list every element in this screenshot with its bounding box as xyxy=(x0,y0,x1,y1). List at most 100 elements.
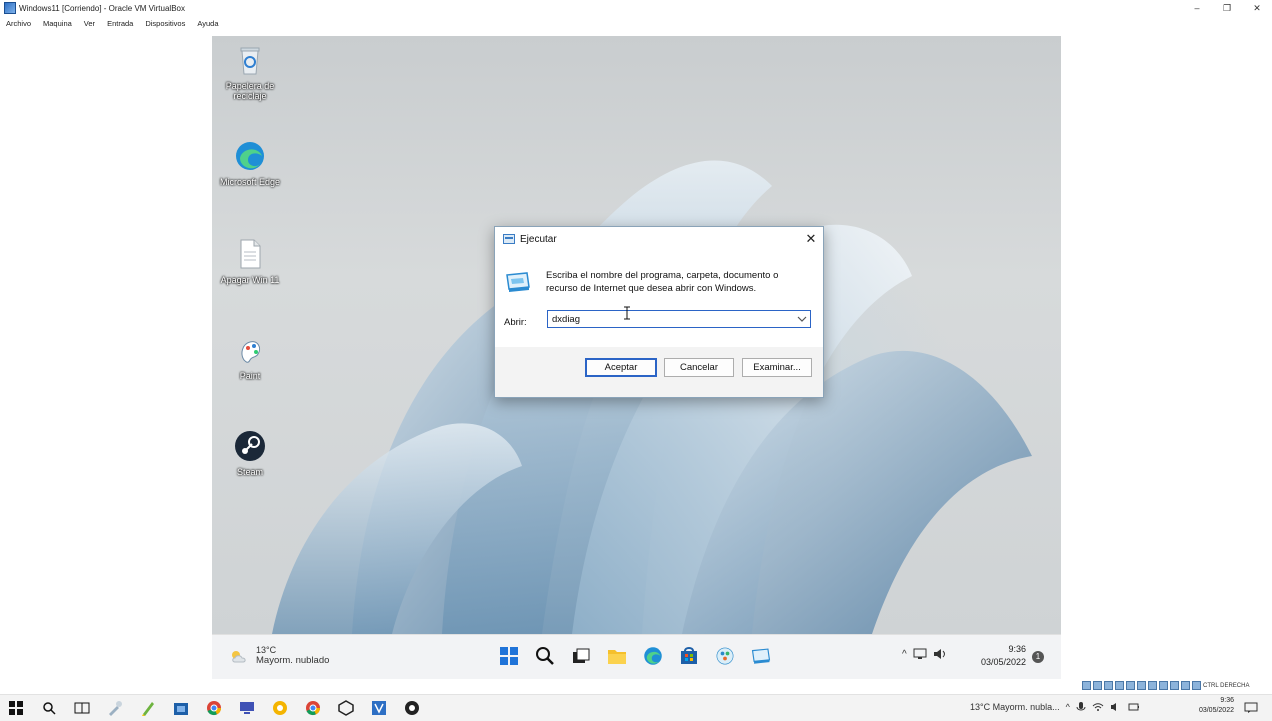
host-menubar: Archivo Maquina Ver Entrada Dispositivos… xyxy=(0,16,1272,30)
network-icon[interactable] xyxy=(913,648,927,660)
task-view-icon xyxy=(573,648,590,663)
host-app-2[interactable] xyxy=(138,699,158,717)
vbox-status-bar: CTRL DERECHA xyxy=(1082,681,1249,690)
wifi-icon[interactable] xyxy=(1092,702,1104,712)
menu-ayuda[interactable]: Ayuda xyxy=(191,19,224,28)
edge-taskbar-button[interactable] xyxy=(642,645,664,667)
host-taskbar-apps xyxy=(6,699,422,717)
desktop-icon-label: Steam xyxy=(236,467,263,477)
cpu-status-icon[interactable] xyxy=(1170,681,1179,690)
notification-badge[interactable]: 1 xyxy=(1032,651,1044,663)
cloudy-icon xyxy=(232,650,246,662)
menu-maquina[interactable]: Maquina xyxy=(37,19,78,28)
browse-button[interactable]: Examinar... xyxy=(742,358,812,377)
storage-status-icon[interactable] xyxy=(1082,681,1091,690)
cancel-button[interactable]: Cancelar xyxy=(664,358,734,377)
host-window-title: Windows11 [Corriendo] - Oracle VM Virtua… xyxy=(19,3,185,13)
start-button[interactable] xyxy=(498,645,520,667)
audio-status-icon[interactable] xyxy=(1104,681,1113,690)
tool-icon xyxy=(109,701,122,716)
recording-status-icon[interactable] xyxy=(1159,681,1168,690)
close-button[interactable]: ✕ xyxy=(1242,0,1272,16)
host-tray: 13°C Mayorm. nubla... ^ xyxy=(970,701,1140,713)
shared-folders-status-icon[interactable] xyxy=(1137,681,1146,690)
open-input[interactable]: dxdiag xyxy=(548,314,797,325)
host-clock[interactable]: 9:36 03/05/2022 xyxy=(1194,696,1234,716)
host-weather[interactable]: 13°C Mayorm. nubla... xyxy=(970,702,1060,712)
document-icon xyxy=(240,239,261,269)
guest-tray: ^ xyxy=(902,648,947,660)
run-dialog-titlebar[interactable]: Ejecutar ✕ xyxy=(495,227,823,251)
run-taskbar-button[interactable] xyxy=(750,645,772,667)
chevron-down-icon[interactable] xyxy=(797,315,807,323)
host-app-3[interactable] xyxy=(171,699,191,717)
open-combobox[interactable]: dxdiag xyxy=(547,310,811,328)
virtualbox-icon xyxy=(4,2,16,14)
usb-status-icon[interactable] xyxy=(1126,681,1135,690)
desktop-icon-apagar[interactable]: Apagar Win 11 xyxy=(212,238,290,285)
chrome-icon xyxy=(306,701,320,716)
paint-icon xyxy=(241,341,261,363)
host-chrome-button[interactable] xyxy=(204,699,224,717)
host-task-view-button[interactable] xyxy=(72,699,92,717)
paint-taskbar-button[interactable] xyxy=(714,645,736,667)
network-status-icon[interactable] xyxy=(1115,681,1124,690)
file-explorer-button[interactable] xyxy=(606,645,628,667)
notification-icon[interactable] xyxy=(1244,702,1258,714)
run-dialog-body: Escriba el nombre del programa, carpeta,… xyxy=(495,251,823,347)
window-controls: – ❐ ✕ xyxy=(1182,0,1272,16)
host-date: 03/05/2022 xyxy=(1198,707,1234,714)
display-status-icon[interactable] xyxy=(1148,681,1157,690)
host-virtualbox-button[interactable] xyxy=(369,699,389,717)
search-icon xyxy=(43,702,56,715)
menu-dispositivos[interactable]: Dispositivos xyxy=(139,19,191,28)
run-dialog: Ejecutar ✕ Escriba el nombre del program… xyxy=(494,226,824,398)
mouse-status-icon[interactable] xyxy=(1181,681,1190,690)
keyboard-status-icon[interactable] xyxy=(1192,681,1201,690)
host-app-4[interactable] xyxy=(237,699,257,717)
run-icon xyxy=(751,648,771,664)
recycle-bin-icon xyxy=(240,47,260,75)
host-titlebar: Windows11 [Corriendo] - Oracle VM Virtua… xyxy=(0,0,1272,16)
optical-status-icon[interactable] xyxy=(1093,681,1102,690)
desktop-icon-edge[interactable]: Microsoft Edge xyxy=(212,140,290,187)
host-app-5[interactable] xyxy=(270,699,290,717)
minimize-button[interactable]: – xyxy=(1182,0,1212,16)
host-time: 9:36 xyxy=(1220,697,1234,704)
host-app-1[interactable] xyxy=(105,699,125,717)
restore-button[interactable]: ❐ xyxy=(1212,0,1242,16)
search-icon xyxy=(536,647,554,665)
host-app-8[interactable] xyxy=(402,699,422,717)
host-app-7[interactable] xyxy=(336,699,356,717)
volume-icon[interactable] xyxy=(1110,702,1122,712)
search-button[interactable] xyxy=(534,645,556,667)
run-icon xyxy=(503,234,515,244)
host-key-label: CTRL DERECHA xyxy=(1203,682,1250,689)
battery-icon[interactable] xyxy=(1128,702,1140,712)
store-icon xyxy=(681,647,697,664)
guest-desktop[interactable]: Papelera de reciclaje Microsoft Edge Apa… xyxy=(212,36,1061,634)
desktop-icon-paint[interactable]: Paint xyxy=(212,334,290,381)
ok-button[interactable]: Aceptar xyxy=(585,358,657,377)
menu-ver[interactable]: Ver xyxy=(78,19,101,28)
guest-clock[interactable]: 9:36 03/05/2022 xyxy=(966,643,1026,669)
store-button[interactable] xyxy=(678,645,700,667)
tray-chevron[interactable]: ^ xyxy=(902,649,907,660)
monitor-icon xyxy=(240,702,254,714)
desktop-icon-steam[interactable]: Steam xyxy=(212,430,290,477)
menu-archivo[interactable]: Archivo xyxy=(0,19,37,28)
desktop-icon-recycle-bin[interactable]: Papelera de reciclaje xyxy=(212,44,290,101)
microphone-icon[interactable] xyxy=(1076,701,1086,713)
host-search-button[interactable] xyxy=(39,699,59,717)
host-app-6[interactable] xyxy=(303,699,323,717)
run-program-icon xyxy=(506,272,530,292)
host-tray-chevron[interactable]: ^ xyxy=(1066,702,1070,712)
host-start-button[interactable] xyxy=(6,699,26,717)
run-dialog-close-button[interactable]: ✕ xyxy=(799,231,823,247)
weather-widget[interactable]: 13°C Mayorm. nublado xyxy=(230,645,329,666)
task-view-button[interactable] xyxy=(570,645,592,667)
store-icon xyxy=(174,703,188,715)
guest-taskbar-apps xyxy=(498,645,772,667)
menu-entrada[interactable]: Entrada xyxy=(101,19,139,28)
volume-icon[interactable] xyxy=(933,648,947,660)
